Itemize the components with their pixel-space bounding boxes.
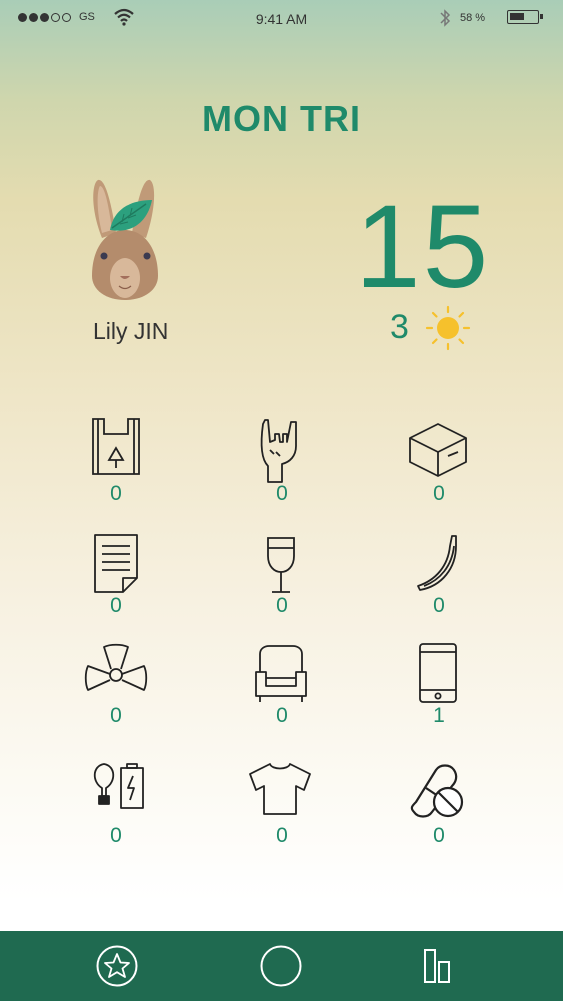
category-count: 0 bbox=[276, 594, 288, 617]
rabbit-leaf-avatar[interactable] bbox=[80, 178, 170, 308]
category-count: 1 bbox=[433, 704, 445, 727]
category-count: 0 bbox=[110, 594, 122, 617]
radioactive-icon[interactable] bbox=[66, 642, 166, 704]
category-count: 0 bbox=[276, 482, 288, 505]
category-count: 0 bbox=[276, 824, 288, 847]
star-icon[interactable] bbox=[95, 944, 139, 988]
user-name: Lily JIN bbox=[93, 318, 169, 344]
smartphone-icon[interactable] bbox=[388, 642, 488, 704]
wine-glass-icon[interactable] bbox=[230, 532, 330, 598]
armchair-icon[interactable] bbox=[230, 642, 330, 704]
bulb-battery-icon[interactable] bbox=[66, 760, 166, 822]
bar-chart-icon[interactable] bbox=[417, 944, 461, 988]
status-bar: GS 9:41 AM 58 % bbox=[0, 0, 563, 38]
pills-icon[interactable] bbox=[388, 760, 488, 822]
score-value: 15 bbox=[355, 181, 491, 313]
bluetooth-icon bbox=[440, 9, 451, 27]
app-title: MON TRI bbox=[202, 98, 361, 139]
cardboard-box-icon[interactable] bbox=[388, 416, 488, 478]
paper-document-icon[interactable] bbox=[66, 532, 166, 594]
sun-icon bbox=[425, 305, 471, 351]
category-count: 0 bbox=[433, 594, 445, 617]
battery-level bbox=[510, 13, 524, 20]
tab-bar bbox=[0, 931, 563, 1001]
rock-hand-icon[interactable] bbox=[230, 416, 330, 484]
category-count: 0 bbox=[276, 704, 288, 727]
circle-icon[interactable] bbox=[259, 944, 303, 988]
battery-icon bbox=[507, 10, 543, 24]
category-count: 0 bbox=[433, 482, 445, 505]
category-count: 0 bbox=[110, 824, 122, 847]
plastic-bag-icon[interactable] bbox=[66, 416, 166, 478]
battery-percent: 58 % bbox=[460, 12, 486, 24]
banana-icon[interactable] bbox=[388, 532, 488, 594]
category-count: 0 bbox=[433, 824, 445, 847]
tshirt-icon[interactable] bbox=[230, 760, 330, 822]
category-count: 0 bbox=[110, 704, 122, 727]
category-count: 0 bbox=[110, 482, 122, 505]
sun-count: 3 bbox=[390, 308, 409, 346]
